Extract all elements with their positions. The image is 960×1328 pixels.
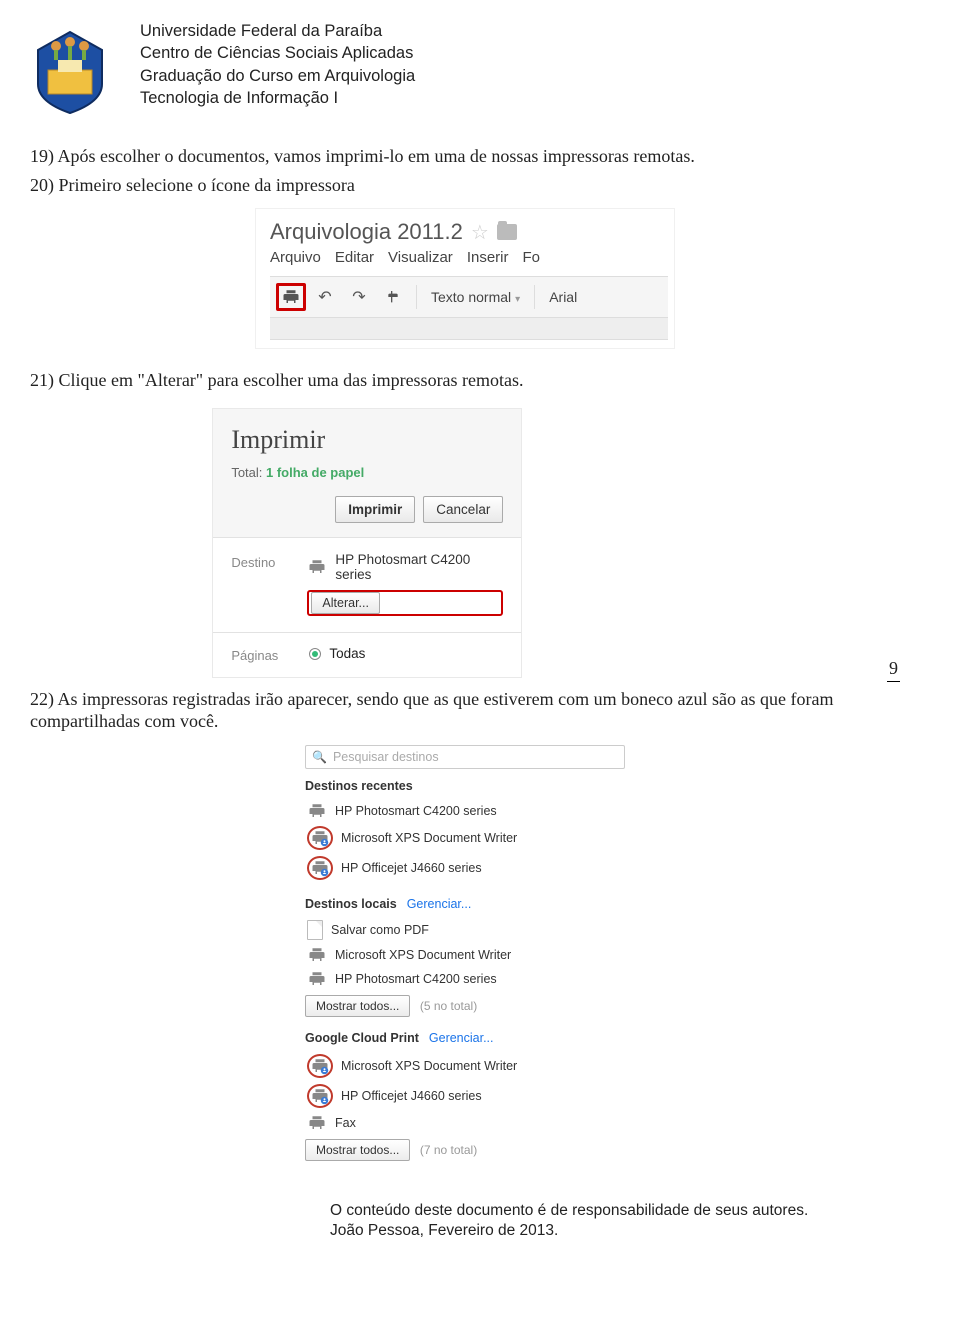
list-item[interactable]: HP Officejet J4660 series [305,1081,625,1111]
shared-highlight-circle [307,826,333,850]
font-select[interactable]: Arial [543,289,583,305]
printer-icon [307,970,327,988]
printer-icon [307,1114,327,1132]
change-button-highlight: Alterar... [307,590,503,616]
manage-local-link[interactable]: Gerenciar... [407,897,472,911]
search-destinations-input[interactable]: 🔍 Pesquisar destinos [305,745,625,769]
destination-label: Destino [231,552,287,570]
section-recent-destinations: Destinos recentes [305,779,625,793]
print-total-value: 1 folha de papel [266,465,364,480]
show-all-gcp-button[interactable]: Mostrar todos... [305,1139,410,1161]
menu-editar[interactable]: Editar [335,249,374,266]
list-item[interactable]: Salvar como PDF [305,917,625,943]
manage-gcp-link[interactable]: Gerenciar... [429,1031,494,1045]
list-item-label: HP Officejet J4660 series [341,1089,482,1103]
destination-name: HP Photosmart C4200 series [335,552,503,582]
shared-highlight-circle [307,1084,333,1108]
list-item-label: Microsoft XPS Document Writer [341,1059,517,1073]
save-pdf-icon [307,920,323,940]
list-item[interactable]: Fax [305,1111,625,1135]
list-item-label: Microsoft XPS Document Writer [335,948,511,962]
footer: O conteúdo deste documento é de responsa… [30,1201,900,1243]
cancel-button[interactable]: Cancelar [423,496,503,523]
footer-line-1: O conteúdo deste documento é de responsa… [330,1201,900,1222]
doc-title: Arquivologia 2011.2 [270,219,463,245]
paint-format-icon[interactable] [378,283,408,311]
step-21: 21) Clique em "Alterar" para escolher um… [30,369,900,392]
shared-printer-icon [310,1057,330,1075]
list-item-label: Fax [335,1116,356,1130]
printer-icon [307,802,327,820]
shared-printer-icon [310,829,330,847]
shared-printer-icon [310,1087,330,1105]
gcp-count: (7 no total) [420,1143,477,1157]
list-item-label: Microsoft XPS Document Writer [341,831,517,845]
shared-highlight-circle [307,1054,333,1078]
figure-print-dialog: Imprimir Total: 1 folha de papel Imprimi… [212,408,522,678]
printer-icon [307,946,327,964]
header-line-1: Universidade Federal da Paraíba [140,20,415,42]
style-select-label: Texto normal [431,289,511,305]
list-item[interactable]: Microsoft XPS Document Writer [305,823,625,853]
print-total: Total: 1 folha de papel [231,465,503,480]
step-20: 20) Primeiro selecione o ícone da impres… [30,174,900,197]
print-dialog-title: Imprimir [231,425,503,455]
list-item-label: HP Photosmart C4200 series [335,804,497,818]
print-button[interactable]: Imprimir [335,496,415,523]
university-crest [30,20,110,115]
search-icon: 🔍 [312,750,327,764]
chevron-down-icon: ▾ [515,294,520,305]
menu-arquivo[interactable]: Arquivo [270,249,321,266]
show-all-local-button[interactable]: Mostrar todos... [305,995,410,1017]
font-select-label: Arial [549,289,577,305]
shared-highlight-circle [307,856,333,880]
change-button[interactable]: Alterar... [311,592,380,614]
list-item-label: HP Officejet J4660 series [341,861,482,875]
header-line-2: Centro de Ciências Sociais Aplicadas [140,42,415,64]
list-item-label: HP Photosmart C4200 series [335,972,497,986]
footer-line-2: João Pessoa, Fevereiro de 2013. [330,1221,900,1242]
section-local-destinations: Destinos locais [305,897,397,911]
shared-printer-icon [310,859,330,877]
pages-label: Páginas [231,645,289,663]
list-item[interactable]: HP Photosmart C4200 series [305,967,625,991]
list-item[interactable]: HP Photosmart C4200 series [305,799,625,823]
header-line-3: Graduação do Curso em Arquivologia [140,65,415,87]
undo-icon[interactable]: ↶ [310,283,340,311]
menu-formatar-cut[interactable]: Fo [523,249,541,266]
folder-icon[interactable] [497,224,517,240]
radio-all-label: Todas [329,646,365,661]
print-icon[interactable] [276,283,306,311]
header-line-4: Tecnologia de Informação I [140,87,415,109]
page-number: 9 [887,658,900,682]
printer-icon [307,558,327,576]
header: Universidade Federal da Paraíba Centro d… [30,20,900,115]
step-22: 22) As impressoras registradas irão apar… [30,688,900,733]
print-total-prefix: Total: [231,465,266,480]
section-google-cloud-print: Google Cloud Print [305,1031,419,1045]
list-item[interactable]: Microsoft XPS Document Writer [305,943,625,967]
list-item[interactable]: Microsoft XPS Document Writer [305,1051,625,1081]
redo-icon[interactable]: ↷ [344,283,374,311]
search-placeholder: Pesquisar destinos [333,750,439,764]
menu-visualizar[interactable]: Visualizar [388,249,453,266]
style-select[interactable]: Texto normal ▾ [425,289,526,305]
header-text: Universidade Federal da Paraíba Centro d… [140,20,415,109]
menu-inserir[interactable]: Inserir [467,249,509,266]
step-19: 19) Após escolher o documentos, vamos im… [30,145,900,168]
figure-destinations-list: 🔍 Pesquisar destinos Destinos recentes H… [305,745,625,1161]
star-icon[interactable]: ☆ [471,220,489,245]
radio-all[interactable] [309,648,321,660]
list-item-label: Salvar como PDF [331,923,429,937]
list-item[interactable]: HP Officejet J4660 series [305,853,625,883]
local-count: (5 no total) [420,999,477,1013]
figure-docs-toolbar: Arquivologia 2011.2 ☆ Arquivo Editar Vis… [255,208,675,349]
